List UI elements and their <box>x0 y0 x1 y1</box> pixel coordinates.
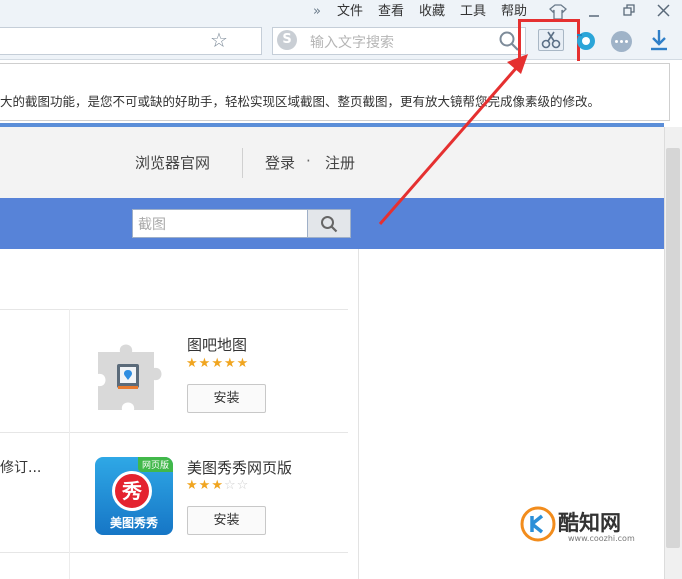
scrollbar-thumb[interactable] <box>666 148 680 548</box>
download-icon[interactable] <box>648 28 670 52</box>
menu-overflow-chevron[interactable]: » <box>313 3 321 21</box>
install-button[interactable]: 安装 <box>187 384 266 413</box>
meitu-logo-icon: 秀 <box>112 471 152 511</box>
sogou-logo-icon[interactable]: S <box>277 30 297 50</box>
search-icon <box>321 216 338 233</box>
star-empty-icon: ☆ <box>236 478 250 493</box>
star-filled-icon: ★ <box>211 356 224 371</box>
row-divider <box>0 309 348 310</box>
column-divider <box>358 249 359 579</box>
official-site-link[interactable]: 浏览器官网 <box>135 152 210 173</box>
rating-stars: ★★★☆☆ <box>186 479 249 493</box>
cell-divider <box>69 309 70 579</box>
shirt-icon[interactable] <box>549 4 567 20</box>
menu-file[interactable]: 文件 <box>337 3 363 21</box>
site-search-value[interactable]: 截图 <box>138 214 166 234</box>
meitu-app-icon[interactable]: 网页版 秀 美图秀秀 <box>95 457 173 535</box>
header-divider <box>242 148 243 178</box>
coozhi-logo-icon <box>520 506 556 542</box>
star-empty-icon: ☆ <box>223 478 237 493</box>
menu-tools[interactable]: 工具 <box>460 3 486 21</box>
tooltip-text: 大的截图功能，是您不可或缺的好助手，轻松实现区域截图、整页截图，更有放大镜帮您完… <box>0 94 601 109</box>
star-icon[interactable]: ☆ <box>210 28 228 52</box>
watermark-name: 酷知网 <box>558 511 621 535</box>
minimize-icon[interactable] <box>588 6 600 18</box>
partial-item-text: 修订... <box>0 460 42 476</box>
link-separator: · <box>306 152 311 170</box>
globe-icon[interactable] <box>574 29 598 53</box>
web-version-tag: 网页版 <box>137 457 173 472</box>
star-filled-icon: ★ <box>211 478 224 493</box>
star-filled-icon: ★ <box>186 356 199 371</box>
magnifier-icon[interactable] <box>498 30 520 52</box>
login-link[interactable]: 登录 <box>265 152 295 173</box>
more-icon[interactable] <box>611 31 632 52</box>
rating-stars: ★★★★★ <box>186 357 249 371</box>
restore-icon[interactable] <box>623 4 636 17</box>
star-filled-icon: ★ <box>186 478 199 493</box>
menu-view[interactable]: 查看 <box>378 3 404 21</box>
close-icon[interactable] <box>657 4 670 17</box>
install-button[interactable]: 安装 <box>187 506 266 535</box>
register-link[interactable]: 注册 <box>325 152 355 173</box>
menu-favorites[interactable]: 收藏 <box>419 3 445 21</box>
star-filled-icon: ★ <box>198 478 212 493</box>
puzzle-map-icon[interactable] <box>94 334 174 414</box>
star-filled-icon: ★ <box>198 356 212 371</box>
browser-search-input[interactable]: 输入文字搜索 <box>310 32 394 52</box>
row-divider <box>0 432 348 433</box>
app-title[interactable]: 图吧地图 <box>187 334 247 355</box>
star-filled-icon: ★ <box>223 356 237 371</box>
app-title[interactable]: 美图秀秀网页版 <box>187 457 292 478</box>
watermark-url: www.coozhi.com <box>568 534 635 543</box>
row-divider <box>0 552 348 553</box>
star-filled-icon: ★ <box>236 356 250 371</box>
meitu-logo-text: 美图秀秀 <box>109 516 158 530</box>
site-search-button[interactable] <box>307 209 351 238</box>
